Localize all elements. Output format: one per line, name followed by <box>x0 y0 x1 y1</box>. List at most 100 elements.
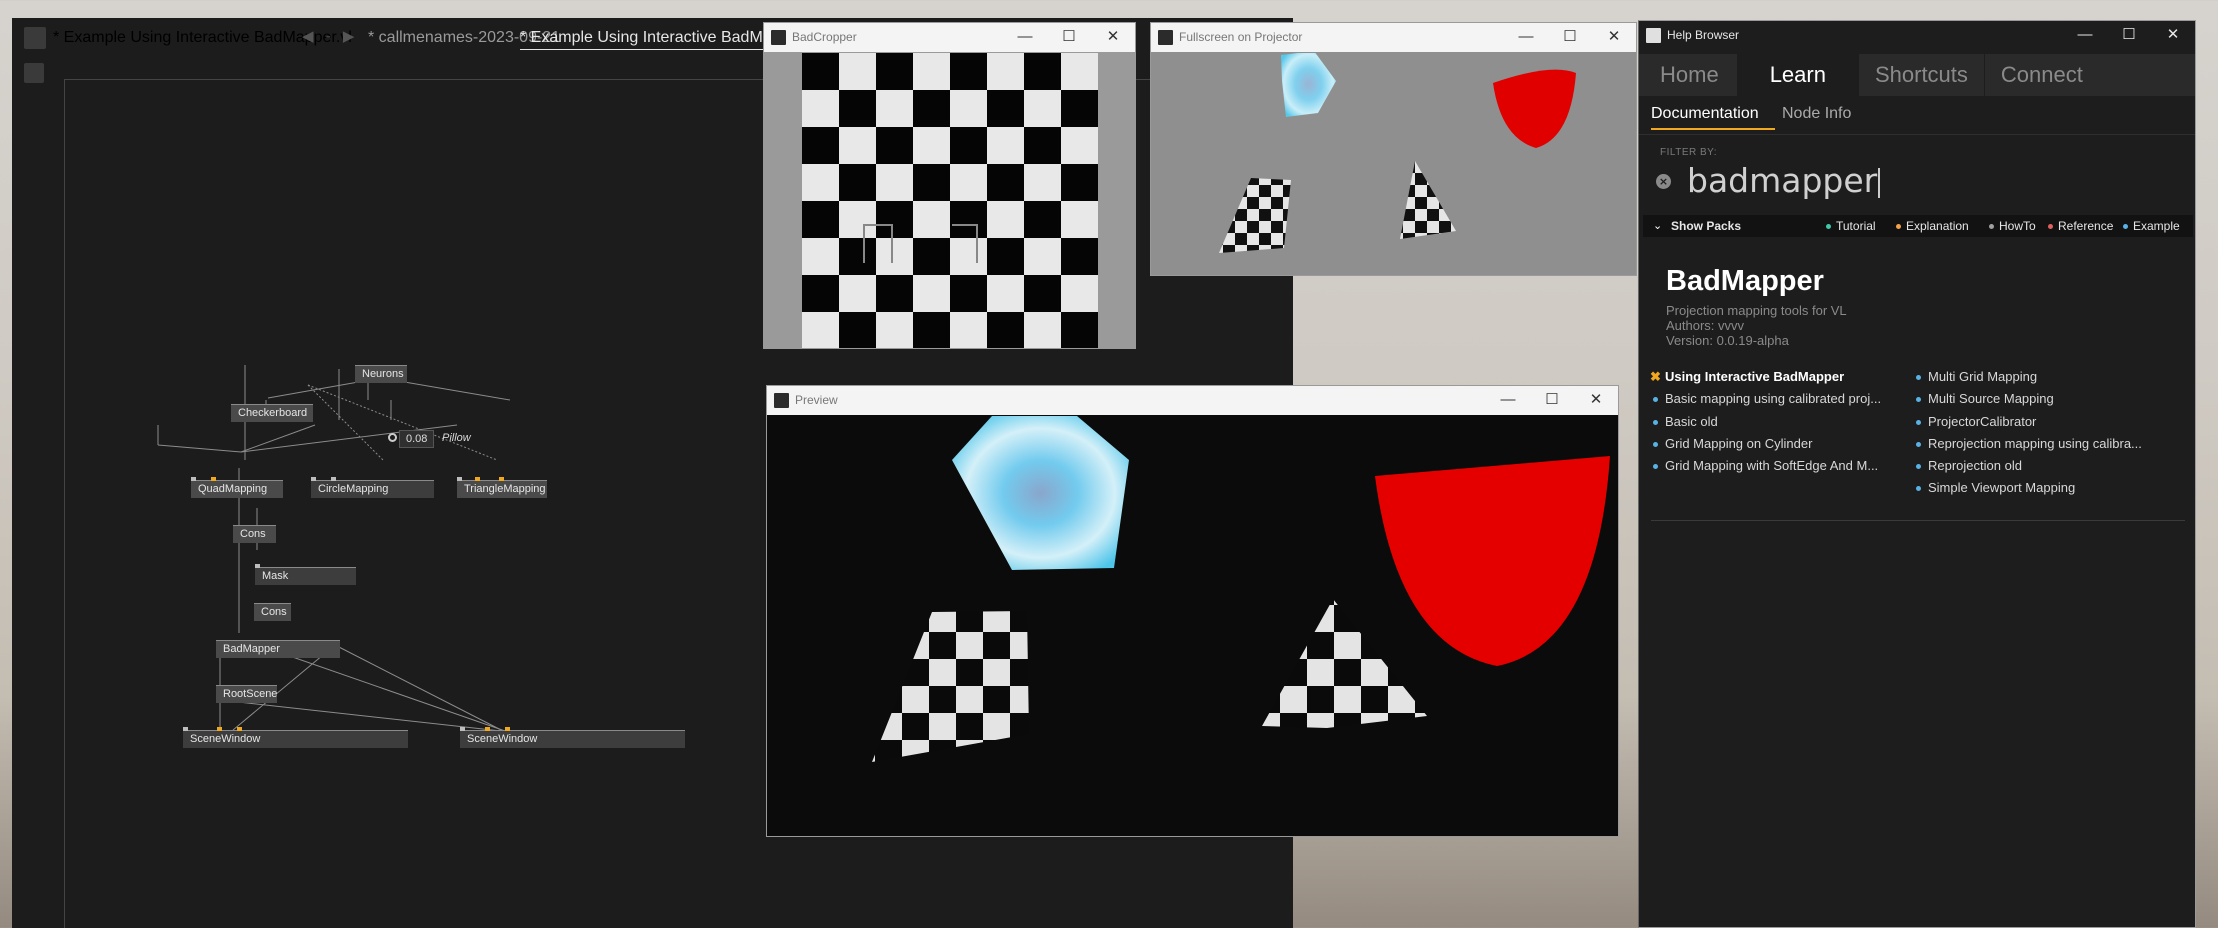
list-item[interactable]: Multi Grid Mapping <box>1914 366 2142 388</box>
tab-home[interactable]: Home <box>1639 54 1738 96</box>
tab-connect[interactable]: Connect <box>1985 54 2099 96</box>
triangle-shape <box>1262 599 1427 728</box>
maximize-icon[interactable]: ☐ <box>1548 23 1592 52</box>
toggle-pin-icon[interactable] <box>388 433 397 442</box>
list-item-label: Reprojection mapping using calibra... <box>1928 435 2142 451</box>
help-browser-window: Help Browser — ☐ ✕ Home Learn Shortcuts … <box>1638 20 2196 928</box>
list-item[interactable]: Basic old <box>1651 411 1881 433</box>
help-titlebar[interactable]: Help Browser — ☐ ✕ <box>1639 21 2195 50</box>
help-sub-nav: Documentation Node Info <box>1639 103 2195 130</box>
tab-node-info[interactable]: Node Info <box>1782 103 1851 125</box>
link <box>334 644 506 733</box>
checkerboard-texture[interactable] <box>802 53 1098 349</box>
quad-shape <box>872 611 1029 762</box>
tab-learn[interactable]: Learn <box>1737 54 1859 96</box>
pin[interactable] <box>311 477 316 481</box>
pin[interactable] <box>255 564 260 568</box>
node-mask[interactable]: Mask <box>255 567 356 585</box>
list-item-label: Basic mapping using calibrated proj... <box>1665 391 1882 407</box>
node-cons-mask[interactable]: Cons <box>254 603 291 621</box>
legend-howto[interactable]: HowTo <box>1989 215 2036 237</box>
text-caret <box>1878 167 1881 198</box>
list-item[interactable]: Multi Source Mapping <box>1914 388 2142 410</box>
pin[interactable] <box>191 477 196 481</box>
star-icon: ✖ <box>1650 369 1661 384</box>
legend-example[interactable]: Example <box>2123 215 2180 237</box>
list-item-label: Basic old <box>1665 413 1718 429</box>
close-icon[interactable]: ✕ <box>1592 23 1636 52</box>
clear-search-icon[interactable]: × <box>1656 174 1671 189</box>
pin[interactable] <box>505 727 510 731</box>
list-item[interactable]: ✖ Using Interactive BadMapper <box>1650 366 1881 388</box>
list-item[interactable]: Grid Mapping with SoftEdge And M... <box>1651 455 1881 477</box>
list-item-label: Reprojection old <box>1928 458 2022 474</box>
help-top-nav: Home Learn Shortcuts Connect <box>1639 54 2195 96</box>
quad-menu-icon[interactable] <box>24 63 44 83</box>
tab-documentation[interactable]: Documentation <box>1651 103 1775 130</box>
legend-explanation[interactable]: Explanation <box>1896 215 1969 237</box>
tab-shortcuts[interactable]: Shortcuts <box>1859 54 1985 96</box>
list-item[interactable]: Reprojection old <box>1914 455 2142 477</box>
pin[interactable] <box>499 477 504 481</box>
node-scenewindow-2[interactable]: SceneWindow <box>460 730 685 748</box>
legend-reference[interactable]: Reference <box>2048 215 2113 237</box>
minimize-icon[interactable]: — <box>1486 386 1530 415</box>
projector-titlebar[interactable]: Fullscreen on Projector — ☐ ✕ <box>1151 23 1636 52</box>
pin[interactable] <box>457 477 462 481</box>
pin[interactable] <box>460 727 465 731</box>
maximize-icon[interactable]: ☐ <box>1047 23 1091 52</box>
chevron-down-icon[interactable]: ⌄ <box>1653 215 1662 237</box>
list-item[interactable]: Basic mapping using calibrated proj... <box>1651 388 1881 410</box>
list-item[interactable]: Grid Mapping on Cylinder <box>1651 433 1881 455</box>
preview-window: Preview — ☐ ✕ <box>766 385 1619 837</box>
pack-description: Projection mapping tools for VL <box>1666 303 1847 318</box>
legend-tutorial[interactable]: Tutorial <box>1826 215 1876 237</box>
legend-label: Reference <box>2058 219 2114 233</box>
node-trianglemapping[interactable]: TriangleMapping <box>457 480 547 498</box>
show-packs-toggle[interactable]: Show Packs <box>1671 215 1741 237</box>
node-neurons[interactable]: Neurons <box>355 365 407 383</box>
node-cons[interactable]: Cons <box>233 525 276 543</box>
close-icon[interactable]: ✕ <box>2151 21 2195 50</box>
value-iobox[interactable]: 0.08 <box>399 430 435 448</box>
list-item[interactable]: Simple Viewport Mapping <box>1914 477 2142 499</box>
pin[interactable] <box>485 727 490 731</box>
preview-titlebar[interactable]: Preview — ☐ ✕ <box>767 386 1618 415</box>
tab-current-patch[interactable]: * Example Using Interactive BadMapper <box>520 29 804 50</box>
maximize-icon[interactable]: ☐ <box>1530 386 1574 415</box>
pin[interactable] <box>237 727 242 731</box>
parabola-shape <box>1375 456 1610 666</box>
pin[interactable] <box>183 727 188 731</box>
minimize-icon[interactable]: — <box>1003 23 1047 52</box>
pin[interactable] <box>331 477 336 481</box>
link <box>307 384 384 461</box>
list-item[interactable]: ProjectorCalibrator <box>1914 411 2142 433</box>
fullscreen-projector-window: Fullscreen on Projector — ☐ ✕ <box>1150 22 1637 276</box>
pin[interactable] <box>211 477 216 481</box>
minimize-icon[interactable]: — <box>1504 23 1548 52</box>
nav-arrows[interactable]: ◀ - ▶ <box>302 27 358 45</box>
pin[interactable] <box>475 477 480 481</box>
pack-version: Version: 0.0.19-alpha <box>1666 333 1789 348</box>
pentagon-shape <box>952 416 1129 570</box>
close-icon[interactable]: ✕ <box>1574 386 1618 415</box>
node-rootscene[interactable]: RootScene <box>216 685 277 703</box>
legend-label: Example <box>2133 219 2180 233</box>
list-item-label: Multi Grid Mapping <box>1928 369 2038 384</box>
node-quadmapping[interactable]: QuadMapping <box>191 480 283 498</box>
close-icon[interactable]: ✕ <box>1091 23 1135 52</box>
badcropper-titlebar[interactable]: BadCropper — ☐ ✕ <box>764 23 1135 52</box>
preview-canvas[interactable] <box>767 416 1619 837</box>
list-item[interactable]: Reprojection mapping using calibra... <box>1914 433 2142 455</box>
search-field[interactable]: × badmapper <box>1652 162 2182 202</box>
app-icon <box>774 393 789 408</box>
example-dot-icon <box>2123 224 2128 230</box>
pin[interactable] <box>217 727 222 731</box>
node-checkerboard[interactable]: Checkerboard <box>231 404 313 422</box>
maximize-icon[interactable]: ☐ <box>2107 21 2151 50</box>
app-icon <box>1646 28 1661 43</box>
minimize-icon[interactable]: — <box>2063 21 2107 50</box>
node-circlemapping[interactable]: CircleMapping <box>311 480 434 498</box>
node-badmapper[interactable]: BadMapper <box>216 640 340 658</box>
node-scenewindow-1[interactable]: SceneWindow <box>183 730 408 748</box>
